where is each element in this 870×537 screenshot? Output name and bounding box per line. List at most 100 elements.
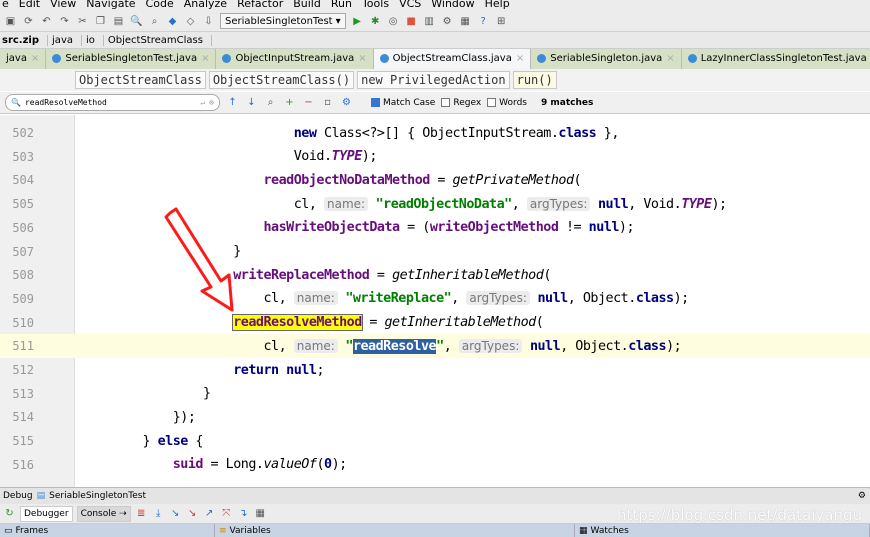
tab-label: SeriableSingletonTest.java (65, 53, 198, 64)
save-icon[interactable]: ▣ (4, 15, 17, 28)
project-structure-icon[interactable]: ▥ (423, 15, 436, 28)
redo-icon[interactable]: ↷ (58, 15, 71, 28)
watermark: https://blog.csdn.net/dataiyangu (616, 506, 862, 524)
filter-settings-icon[interactable]: ⚙ (340, 96, 353, 109)
java-class-icon (379, 54, 389, 63)
undo-icon[interactable]: ↶ (40, 15, 53, 28)
variables-pane[interactable]: ≡ Variables (215, 524, 575, 537)
tab-java[interactable]: java × (0, 48, 47, 69)
cut-icon[interactable]: ✂ (76, 15, 89, 28)
step-into-icon[interactable]: ↘ (169, 507, 182, 520)
breadcrumb-item[interactable]: ObjectStreamClass (108, 34, 212, 46)
menu-item-analyze[interactable]: Analyze (184, 0, 227, 9)
rerun-icon[interactable]: ↻ (3, 507, 16, 520)
match-case-checkbox[interactable]: Match Case (371, 98, 435, 108)
variables-icon: ≡ (219, 525, 227, 536)
close-icon[interactable]: × (201, 53, 209, 64)
tab-seriablesingleton-java[interactable]: SeriableSingleton.java × (531, 48, 682, 69)
step-out-icon[interactable]: ↗ (203, 507, 216, 520)
tab-objectstreamclass-java[interactable]: ObjectStreamClass.java × (373, 48, 532, 69)
step-over-icon[interactable]: ⤓ (152, 507, 165, 520)
java-class-icon (537, 54, 547, 63)
menu-item-window[interactable]: Window (431, 0, 474, 9)
replace-icon[interactable]: ⌕ (148, 15, 161, 28)
menu-item-vcs[interactable]: VCS (399, 0, 421, 9)
add-occurrence-icon[interactable]: + (283, 96, 296, 109)
make-icon[interactable]: ⇩ (202, 15, 215, 28)
menu-item-view[interactable]: View (50, 0, 76, 9)
breadcrumb-item[interactable]: io (86, 34, 104, 46)
structure-item[interactable]: ObjectStreamClass() (208, 71, 355, 89)
close-icon[interactable]: × (666, 53, 674, 64)
search-input[interactable]: 🔍 readResolveMethod ↵ ⊗ (5, 94, 220, 111)
close-icon[interactable]: × (516, 53, 524, 64)
red-arrow-shape (164, 207, 234, 312)
coverage-icon[interactable]: ◎ (387, 15, 400, 28)
tab-label: ObjectInputStream.java (235, 53, 355, 64)
tab-console[interactable]: Console ⇢ (76, 505, 131, 522)
run-icon[interactable]: ▶ (351, 15, 364, 28)
menu-item-navigate[interactable]: Navigate (86, 0, 135, 9)
settings-icon[interactable]: ⚙ (441, 15, 454, 28)
show-execution-point-icon[interactable]: ≣ (135, 507, 148, 520)
find-all-icon[interactable]: ⌕ (264, 96, 277, 109)
run-config-select[interactable]: SeriableSingletonTest ▾ (220, 13, 346, 29)
annotation-arrow (164, 207, 234, 312)
menu-item-build[interactable]: Build (293, 0, 321, 9)
code-editor[interactable]: 502 new Class<?>[] { ObjectInputStream.c… (0, 115, 870, 487)
tab-seriablesingletontest-java[interactable]: SeriableSingletonTest.java × (46, 48, 217, 69)
previous-match-icon[interactable]: ↑ (226, 96, 239, 109)
drop-frame-icon[interactable]: ⤧ (220, 507, 233, 520)
menu-item-edit[interactable]: Edit (19, 0, 40, 9)
tab-label: LazyInnerClassSingletonTest.java (700, 53, 867, 64)
close-icon[interactable]: × (31, 53, 39, 64)
tab-lazyinnerclasssingletontest-java[interactable]: LazyInnerClassSingletonTest.java× (681, 48, 870, 69)
force-step-into-icon[interactable]: ↘ (186, 507, 199, 520)
menu-item-refactor[interactable]: Refactor (237, 0, 283, 9)
chevron-down-icon: ▾ (335, 15, 341, 27)
tab-debugger[interactable]: Debugger (20, 505, 73, 522)
editor-tabs: java × SeriableSingletonTest.java × ObjectIn… (0, 48, 870, 69)
menu-item-code[interactable]: Code (146, 0, 174, 9)
gear-icon[interactable]: ⚙ (858, 491, 866, 501)
copy-icon[interactable]: ❐ (94, 15, 107, 28)
stop-icon[interactable]: ■ (405, 15, 418, 28)
frames-icon: ▭ (4, 525, 13, 536)
menu-item-tools[interactable]: Tools (362, 0, 389, 9)
tab-label: ObjectStreamClass.java (392, 53, 512, 64)
frames-pane[interactable]: ▭ Frames (0, 524, 215, 537)
tab-label: SeriableSingleton.java (550, 53, 663, 64)
paste-icon[interactable]: ▤ (112, 15, 125, 28)
sdk-icon[interactable]: ▦ (459, 15, 472, 28)
help-icon[interactable]: ? (477, 15, 490, 28)
structure-item[interactable]: ObjectStreamClass (75, 71, 206, 89)
match-count: 9 matches (541, 97, 594, 108)
watches-icon: ▦ (579, 525, 588, 536)
forward-icon[interactable]: ◇ (184, 15, 197, 28)
structure-item[interactable]: new PrivilegedAction (357, 71, 510, 89)
close-icon[interactable]: × (358, 53, 366, 64)
next-match-icon[interactable]: ↓ (245, 96, 258, 109)
words-checkbox[interactable]: Words (487, 98, 527, 108)
menu-item-help[interactable]: Help (485, 0, 510, 9)
back-icon[interactable]: ◆ (166, 15, 179, 28)
watches-pane[interactable]: ▦ Watches (575, 524, 870, 537)
select-all-occurrences-icon[interactable]: ▫ (321, 96, 334, 109)
debug-icon[interactable]: ✱ (369, 15, 382, 28)
tab-objectinputstream-java[interactable]: ObjectInputStream.java × (216, 48, 374, 69)
java-class-icon (222, 54, 232, 63)
menu-item-run[interactable]: Run (331, 0, 352, 9)
structure-item[interactable]: run() (512, 71, 557, 89)
breadcrumb-item[interactable]: src.zip (2, 34, 49, 46)
regex-checkbox[interactable]: Regex (441, 98, 481, 108)
clear-icon[interactable]: ⊗ (209, 98, 214, 107)
find-icon[interactable]: 🔍 (130, 15, 143, 28)
menu-item-e[interactable]: e (2, 0, 9, 9)
breadcrumb-item[interactable]: java (52, 34, 82, 46)
plugin-icon[interactable]: ⊞ (495, 15, 508, 28)
evaluate-icon[interactable]: ▦ (254, 507, 267, 520)
remove-occurrence-icon[interactable]: − (302, 96, 315, 109)
run-to-cursor-icon[interactable]: ↴ (237, 507, 250, 520)
enter-icon: ↵ (200, 98, 206, 107)
sync-icon[interactable]: ⟳ (22, 15, 35, 28)
